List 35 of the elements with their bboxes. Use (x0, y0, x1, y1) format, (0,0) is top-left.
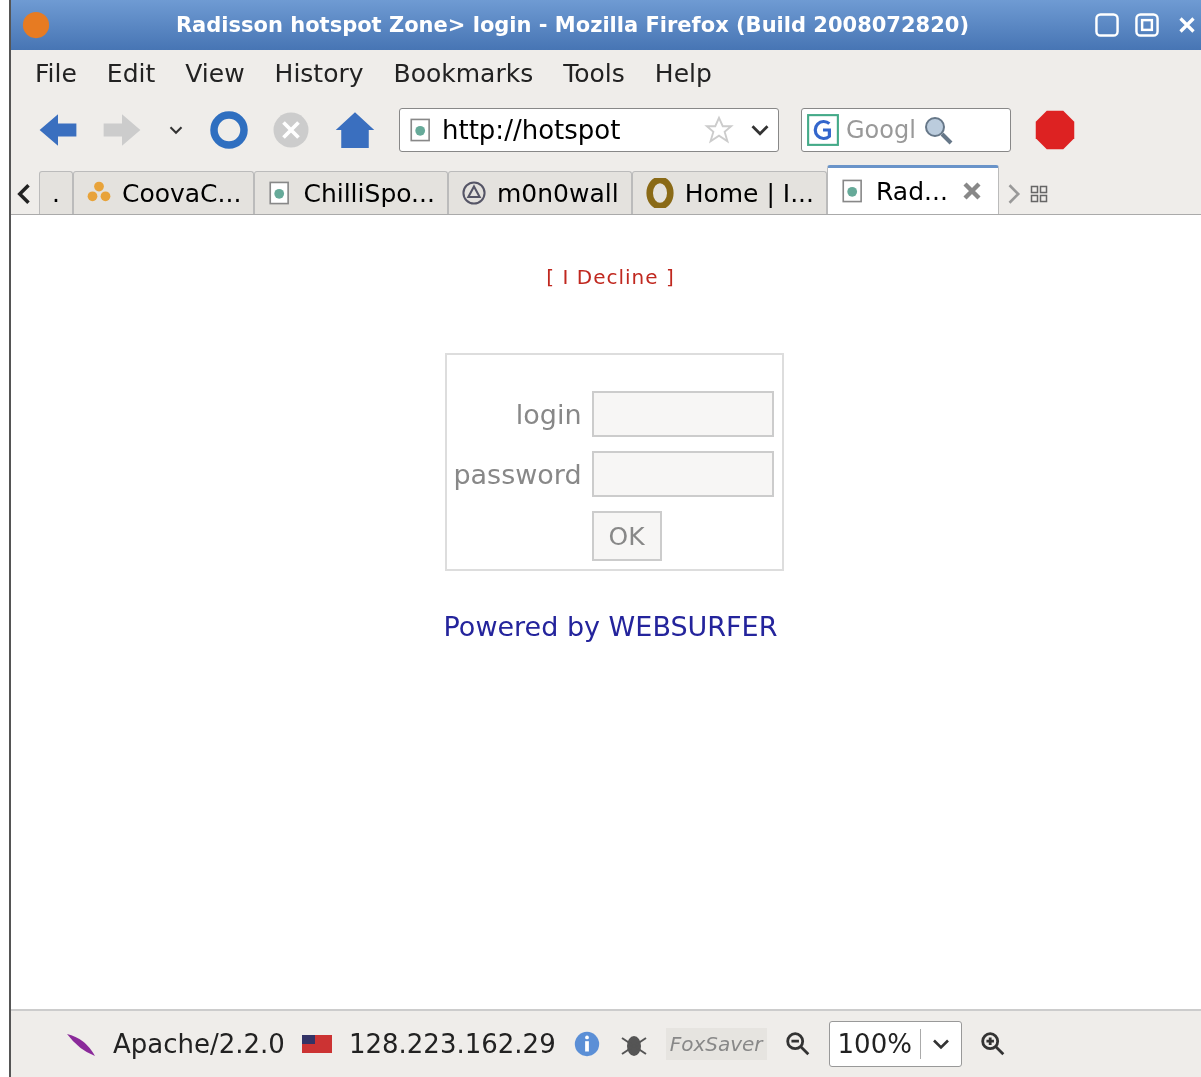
ip-address: 128.223.162.29 (348, 1029, 556, 1059)
ring-icon (644, 178, 675, 208)
menu-item[interactable]: View (185, 58, 245, 88)
search-placeholder: Googl (846, 116, 916, 144)
minimize-icon[interactable] (1094, 12, 1120, 38)
url-text: http://hotspot (442, 115, 622, 145)
g-icon[interactable] (806, 113, 840, 147)
reload-icon[interactable] (209, 110, 249, 150)
login-field[interactable] (591, 391, 774, 437)
field-label: password (453, 458, 582, 490)
browser-tab[interactable]: ChilliSpo... (254, 171, 448, 214)
stop-sign-icon[interactable] (1033, 108, 1077, 152)
password-field[interactable] (591, 451, 774, 497)
menu-item[interactable]: File (35, 58, 77, 88)
server-text: Apache/2.2.0 (113, 1029, 285, 1059)
menu-item[interactable]: Help (654, 58, 712, 88)
address-field[interactable]: http://hotspot (399, 108, 779, 152)
browser-tab[interactable]: . (39, 171, 73, 214)
triangle-circle-icon (460, 180, 487, 206)
menu-item[interactable]: Edit (106, 58, 156, 88)
menu-item[interactable]: History (274, 58, 364, 88)
decline-link[interactable]: [ I Decline ] (546, 265, 675, 289)
powered-by-link[interactable]: Powered by WEBSURFER (443, 611, 778, 642)
menu-item[interactable]: Bookmarks (393, 58, 534, 88)
field-label: login (514, 398, 582, 430)
browser-tab[interactable]: CoovaC... (72, 171, 255, 214)
zoom-value: 100% (829, 1029, 921, 1059)
maximize-icon[interactable] (1134, 12, 1160, 38)
zoom-field[interactable]: 100% (828, 1021, 962, 1067)
menu-item[interactable]: Tools (563, 58, 625, 88)
browser-tab[interactable]: Home | I... (631, 171, 827, 214)
browser-tab[interactable]: Rad... (827, 165, 999, 214)
window-title: Radisson hotspot Zone> login - Mozilla Firefox (Build 2008072820) (174, 13, 971, 37)
browser-tab[interactable]: m0n0wall (447, 171, 632, 214)
star-icon[interactable] (704, 115, 734, 145)
